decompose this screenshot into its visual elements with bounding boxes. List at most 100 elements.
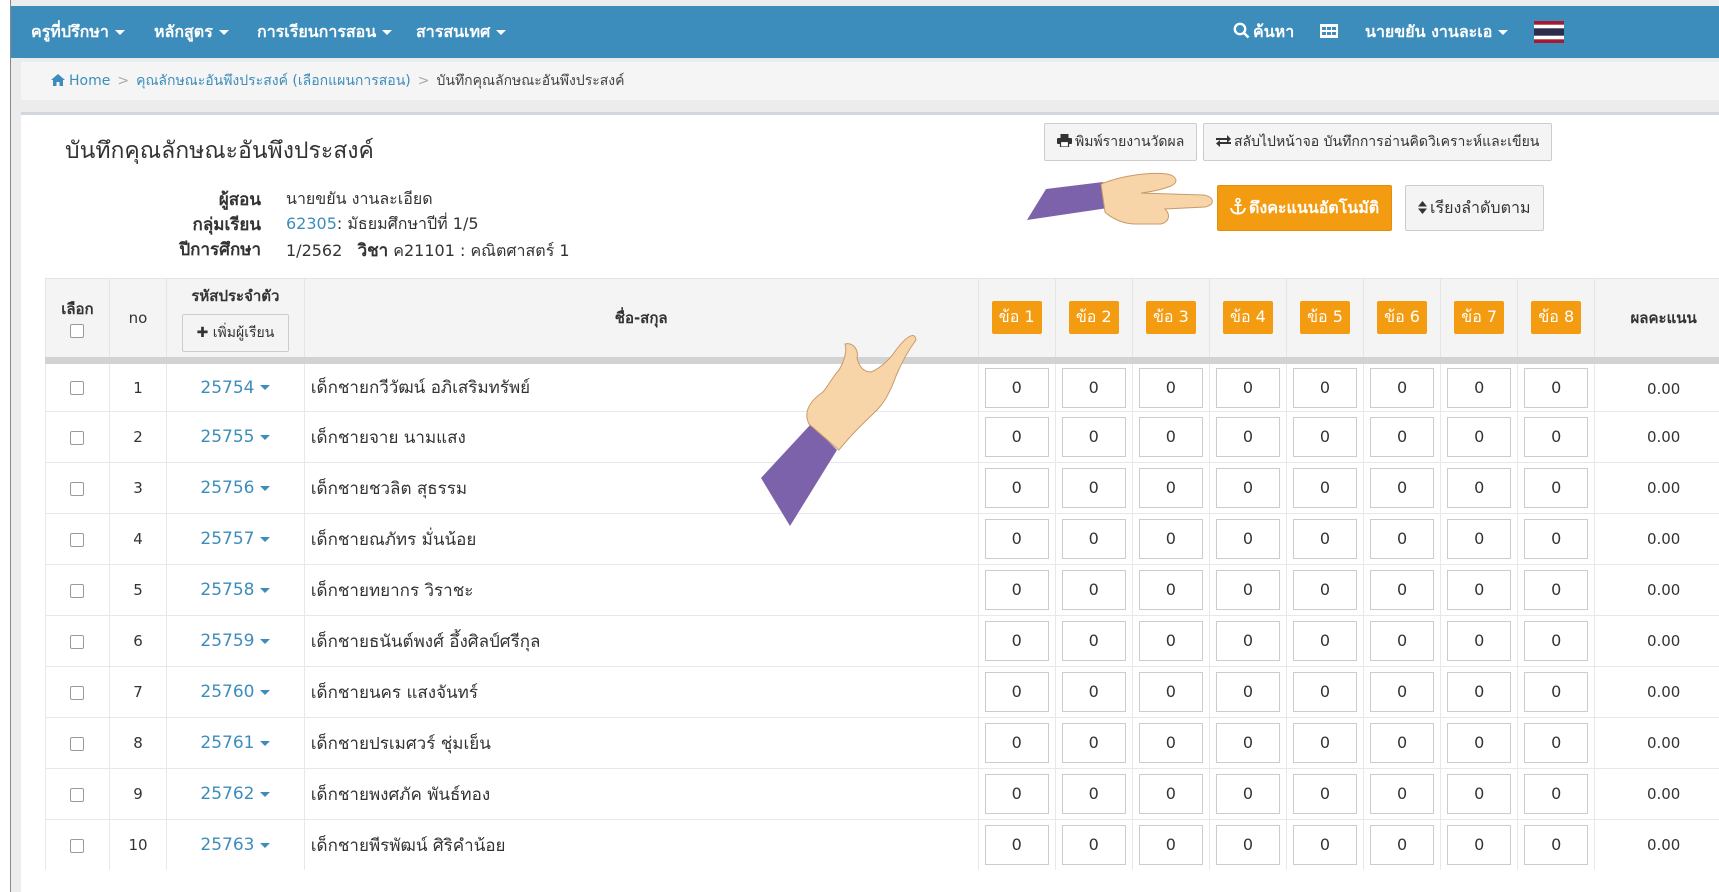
score-input[interactable]: 0: [1061, 621, 1126, 661]
score-input[interactable]: 0: [1215, 672, 1280, 712]
row-checkbox[interactable]: [70, 430, 85, 445]
score-input[interactable]: 0: [1293, 468, 1357, 508]
score-input[interactable]: 0: [1524, 774, 1589, 814]
student-id-dropdown[interactable]: 25758: [166, 564, 305, 616]
row-checkbox[interactable]: [70, 685, 85, 700]
score-input[interactable]: 0: [1138, 519, 1203, 559]
score-input[interactable]: 0: [1293, 519, 1357, 559]
score-input[interactable]: 0: [1524, 519, 1589, 559]
score-input[interactable]: 0: [1061, 417, 1126, 457]
student-id-dropdown[interactable]: 25762: [166, 768, 305, 820]
score-input[interactable]: 0: [1370, 519, 1435, 559]
score-input[interactable]: 0: [1524, 570, 1589, 610]
score-input[interactable]: 0: [1524, 417, 1589, 457]
score-input[interactable]: 0: [1215, 621, 1280, 661]
score-input[interactable]: 0: [1370, 570, 1435, 610]
score-input[interactable]: 0: [1293, 417, 1357, 457]
item-3-badge[interactable]: ข้อ 3: [1145, 301, 1196, 334]
nav-curriculum-menu[interactable]: หลักสูตร: [154, 6, 229, 58]
item-4-badge[interactable]: ข้อ 4: [1223, 301, 1273, 334]
score-input[interactable]: 0: [1370, 468, 1435, 508]
score-input[interactable]: 0: [984, 468, 1049, 508]
score-input[interactable]: 0: [1447, 417, 1512, 457]
row-checkbox[interactable]: [70, 838, 85, 853]
nav-info-menu[interactable]: สารสนเทศ: [416, 6, 507, 58]
thai-flag-icon[interactable]: [1534, 21, 1564, 43]
score-input[interactable]: 0: [1061, 519, 1126, 559]
score-input[interactable]: 0: [1215, 570, 1280, 610]
score-input[interactable]: 0: [984, 570, 1049, 610]
item-8-badge[interactable]: ข้อ 8: [1531, 301, 1582, 334]
score-input[interactable]: 0: [1524, 367, 1589, 408]
score-input[interactable]: 0: [1061, 570, 1126, 610]
score-input[interactable]: 0: [984, 672, 1049, 712]
student-id-dropdown[interactable]: 25757: [166, 513, 305, 565]
score-input[interactable]: 0: [1447, 570, 1512, 610]
student-id-dropdown[interactable]: 25755: [166, 411, 305, 463]
score-input[interactable]: 0: [1293, 774, 1357, 814]
user-menu[interactable]: นายขยัน งานละเอ: [1365, 6, 1509, 58]
score-input[interactable]: 0: [1524, 468, 1589, 508]
score-input[interactable]: 0: [1293, 621, 1357, 661]
score-input[interactable]: 0: [1447, 468, 1512, 508]
row-checkbox[interactable]: [70, 381, 85, 395]
score-input[interactable]: 0: [1370, 774, 1435, 814]
score-input[interactable]: 0: [984, 367, 1049, 408]
student-id-dropdown[interactable]: 25759: [166, 615, 305, 667]
score-input[interactable]: 0: [1138, 468, 1203, 508]
score-input[interactable]: 0: [1138, 570, 1203, 610]
score-input[interactable]: 0: [1138, 723, 1203, 763]
item-6-badge[interactable]: ข้อ 6: [1377, 301, 1427, 334]
score-input[interactable]: 0: [1293, 367, 1357, 408]
score-input[interactable]: 0: [1370, 672, 1435, 712]
score-input[interactable]: 0: [1447, 621, 1512, 661]
score-input[interactable]: 0: [1293, 825, 1357, 865]
score-input[interactable]: 0: [1370, 367, 1435, 408]
score-input[interactable]: 0: [1293, 570, 1357, 610]
select-all-checkbox[interactable]: [70, 323, 85, 338]
add-student-button[interactable]: ✚ เพิ่มผู้เรียน: [181, 314, 290, 352]
score-input[interactable]: 0: [1447, 774, 1512, 814]
score-input[interactable]: 0: [1293, 672, 1357, 712]
calendar-button[interactable]: [1320, 6, 1338, 58]
student-id-dropdown[interactable]: 25763: [166, 819, 305, 870]
score-input[interactable]: 0: [1061, 367, 1126, 408]
score-input[interactable]: 0: [1061, 468, 1126, 508]
score-input[interactable]: 0: [1447, 519, 1512, 559]
score-input[interactable]: 0: [1215, 774, 1280, 814]
score-input[interactable]: 0: [984, 825, 1049, 865]
score-input[interactable]: 0: [984, 774, 1049, 814]
score-input[interactable]: 0: [1370, 825, 1435, 865]
score-input[interactable]: 0: [1447, 723, 1512, 763]
score-input[interactable]: 0: [1215, 367, 1280, 408]
score-input[interactable]: 0: [1138, 825, 1203, 865]
score-input[interactable]: 0: [1061, 723, 1126, 763]
nav-advisor-menu[interactable]: ครูที่ปรึกษา: [31, 6, 125, 58]
score-input[interactable]: 0: [1447, 825, 1512, 865]
score-input[interactable]: 0: [1215, 519, 1280, 559]
row-checkbox[interactable]: [70, 532, 85, 547]
item-5-badge[interactable]: ข้อ 5: [1300, 301, 1350, 334]
student-id-dropdown[interactable]: 25756: [166, 462, 305, 514]
score-input[interactable]: 0: [1138, 367, 1203, 408]
student-id-dropdown[interactable]: 25754: [166, 360, 305, 412]
score-input[interactable]: 0: [1447, 672, 1512, 712]
group-code-link[interactable]: 62305: [286, 214, 337, 233]
search-button[interactable]: ค้นหา: [1233, 6, 1294, 58]
score-input[interactable]: 0: [984, 519, 1049, 559]
score-input[interactable]: 0: [1370, 417, 1435, 457]
breadcrumb-home-link[interactable]: Home: [69, 73, 110, 89]
score-input[interactable]: 0: [1524, 723, 1589, 763]
switch-screen-button[interactable]: สลับไปหน้าจอ บันทึกการอ่านคิดวิเคราะห์แล…: [1203, 123, 1553, 161]
score-input[interactable]: 0: [1138, 774, 1203, 814]
item-1-badge[interactable]: ข้อ 1: [991, 301, 1042, 334]
score-input[interactable]: 0: [1215, 825, 1280, 865]
row-checkbox[interactable]: [70, 481, 85, 496]
score-input[interactable]: 0: [1524, 672, 1589, 712]
score-input[interactable]: 0: [1215, 468, 1280, 508]
score-input[interactable]: 0: [1215, 417, 1280, 457]
score-input[interactable]: 0: [1138, 417, 1203, 457]
score-input[interactable]: 0: [1524, 825, 1589, 865]
score-input[interactable]: 0: [1293, 723, 1357, 763]
row-checkbox[interactable]: [70, 736, 85, 751]
